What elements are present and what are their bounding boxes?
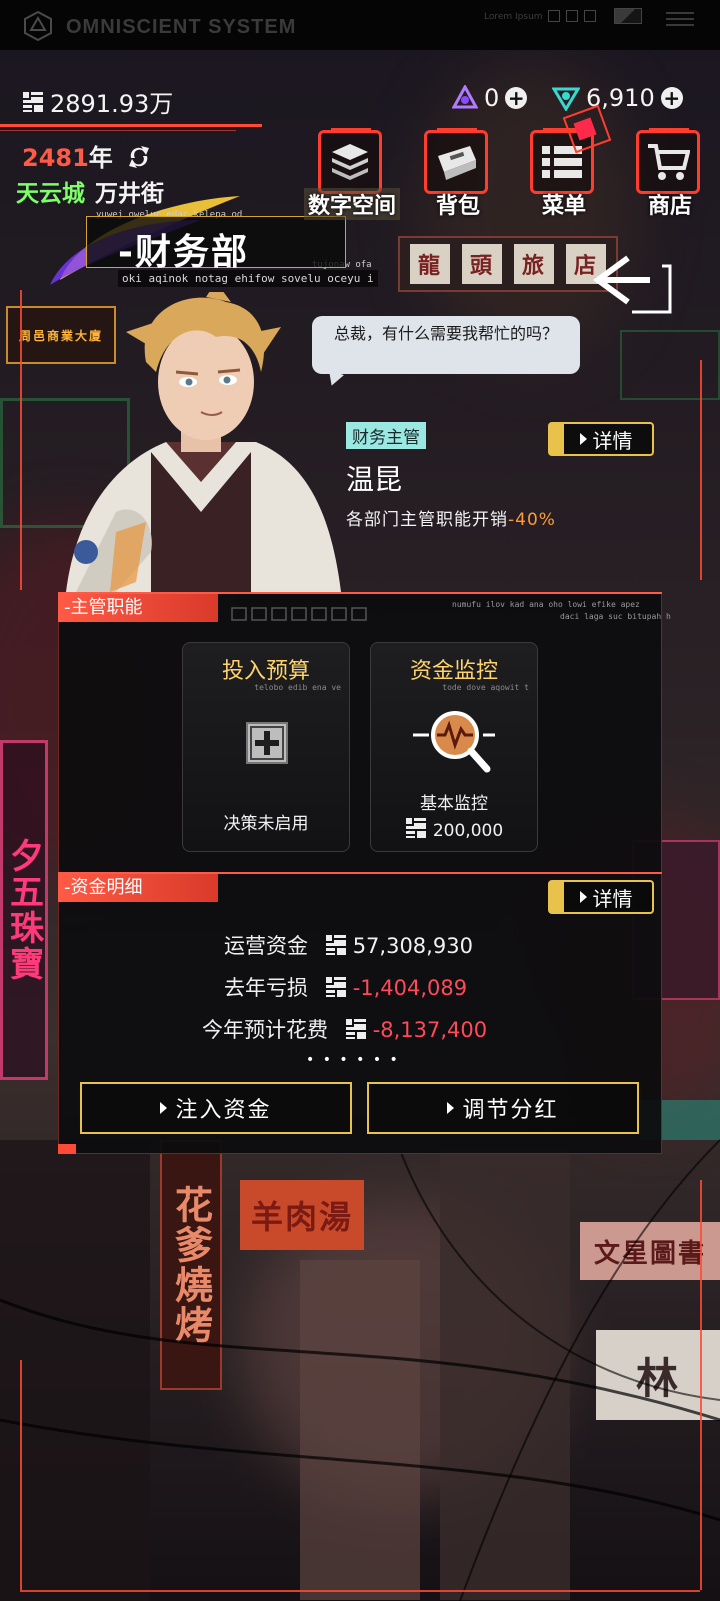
fund-monitor-title: 资金监控 — [409, 659, 498, 684]
play-triangle-icon — [447, 1102, 455, 1114]
plus-box-icon — [246, 722, 288, 764]
budget-card-status: 决策未启用 — [223, 814, 309, 834]
refresh-cycle-icon[interactable] — [125, 144, 153, 170]
system-top-bar: OMNISCIENT SYSTEM Lorem Ipsum — [0, 0, 720, 50]
play-triangle-icon — [160, 1102, 168, 1114]
adjust-dividend-button[interactable]: 调节分红 — [367, 1082, 639, 1134]
layers-icon — [332, 144, 368, 180]
currency-glyph-icon — [23, 91, 43, 112]
year-unit: 年 — [88, 144, 113, 172]
funds-tab: -资金明细 — [58, 874, 258, 902]
play-triangle-icon — [579, 433, 587, 445]
shop-button[interactable]: 商店 — [632, 128, 708, 219]
header-accent-line-thin — [0, 130, 236, 131]
digital-space-button[interactable]: 数字空间 — [304, 128, 400, 220]
department-title: -财务部 — [118, 232, 249, 273]
funds-detail-label: 详情 — [592, 886, 633, 911]
character-name: 温昆 — [346, 463, 403, 496]
digital-space-label: 数字空间 — [304, 188, 400, 220]
play-triangle-icon — [579, 891, 587, 903]
character-detail-button[interactable]: 详情 — [548, 422, 654, 456]
character-detail-label: 详情 — [592, 428, 633, 453]
duties-tab: -主管职能 — [58, 594, 258, 622]
currency-glyph-icon — [325, 935, 346, 955]
inject-funds-button[interactable]: 注入资金 — [80, 1082, 352, 1134]
operating-funds-row: 运营资金 57,308,930 — [224, 930, 473, 960]
department-subtitle-micro: oki aqinok notag ehifow sovelu oceyu i — [118, 270, 378, 287]
character-effect: 各部门主管职能开销-40% — [346, 505, 556, 530]
operating-funds-value: 57,308,930 — [352, 934, 473, 958]
grid-decoration — [231, 607, 367, 621]
fund-monitor-status: 基本监控 — [420, 794, 488, 814]
shop-label: 商店 — [647, 194, 692, 219]
last-year-loss-row: 去年亏损 -1,404,089 — [224, 972, 467, 1002]
menu-label: 菜单 — [541, 194, 586, 219]
cart-icon — [648, 144, 690, 180]
last-year-loss-value: -1,404,089 — [352, 976, 468, 1000]
last-year-loss-label: 去年亏损 — [224, 976, 308, 1000]
teal-gem-icon — [552, 87, 580, 111]
menu-button[interactable]: 菜单 — [526, 104, 612, 219]
inject-funds-label: 注入资金 — [175, 1098, 272, 1123]
expected-cost-label: 今年预计花费 — [202, 1018, 328, 1042]
fund-monitor-micro: tode dove aqowit t — [442, 683, 529, 692]
half-fill-icon — [614, 8, 642, 24]
budget-card-title: 投入预算 — [221, 659, 310, 684]
fund-monitor-card[interactable]: 资金监控 tode dove aqowit t 基本监控 200,000 — [370, 642, 538, 852]
year-display: 2481年 — [22, 138, 153, 173]
expected-cost-row: 今年预计花费 -8,137,400 — [202, 1014, 487, 1044]
add-teal-gem-button[interactable]: + — [660, 87, 683, 109]
system-title: OMNISCIENT SYSTEM — [66, 16, 297, 38]
year-number: 2481 — [22, 144, 89, 172]
duties-micro-1: numufu ilov kad ana oho lowi efike apez — [452, 600, 640, 609]
panel-corner-mark — [58, 1144, 76, 1154]
bars-icon — [666, 12, 694, 14]
money-value: 2891.93万 — [50, 90, 174, 118]
currency-glyph-icon — [325, 977, 346, 997]
dialogue-bubble: 总裁，有什么需要我帮忙的吗？ — [312, 316, 580, 374]
funds-detail-button[interactable]: 详情 — [548, 880, 654, 914]
finance-manager-portrait — [66, 292, 341, 592]
effect-label: 各部门主管职能开销 — [346, 510, 508, 530]
budget-card[interactable]: 投入预算 telobo edib ena ve 决策未启用 — [182, 642, 350, 852]
operating-funds-label: 运营资金 — [224, 934, 308, 958]
adjust-dividend-label: 调节分红 — [462, 1098, 559, 1123]
add-purple-gem-button[interactable]: + — [505, 87, 528, 109]
window-box-icon — [548, 10, 560, 22]
backpack-label: 背包 — [435, 194, 480, 219]
role-badge: 财务主管 — [346, 422, 426, 449]
expected-cost-value: -8,137,400 — [372, 1018, 488, 1042]
fund-monitor-cost: 200,000 — [371, 817, 537, 841]
back-arrow-button[interactable] — [588, 252, 674, 316]
purple-gem-display: 0 + — [452, 84, 528, 112]
fund-monitor-cost-value: 200,000 — [432, 821, 504, 841]
purple-gem-value: 0 — [484, 84, 500, 112]
teal-gem-display: 6,910 + — [552, 84, 683, 112]
system-lorem-text: Lorem Ipsum — [484, 12, 543, 22]
duties-micro-2: daci laga suc bitupah h — [560, 612, 671, 621]
currency-glyph-icon — [405, 818, 426, 838]
purple-gem-icon — [452, 85, 478, 109]
backpack-button[interactable]: 背包 — [420, 128, 496, 219]
more-dots: • • • • • • — [306, 1052, 400, 1068]
window-box2-icon — [584, 10, 596, 22]
monitor-magnifier-icon — [413, 711, 495, 773]
bag-icon — [438, 146, 476, 180]
effect-value: -40% — [508, 510, 556, 530]
window-x-icon — [566, 10, 578, 22]
header-accent-line — [0, 124, 262, 127]
money-display: 2891.93万 — [22, 84, 173, 119]
budget-card-micro: telobo edib ena ve — [254, 683, 341, 692]
omniscient-logo-icon — [24, 10, 52, 42]
currency-glyph-icon — [345, 1019, 366, 1039]
